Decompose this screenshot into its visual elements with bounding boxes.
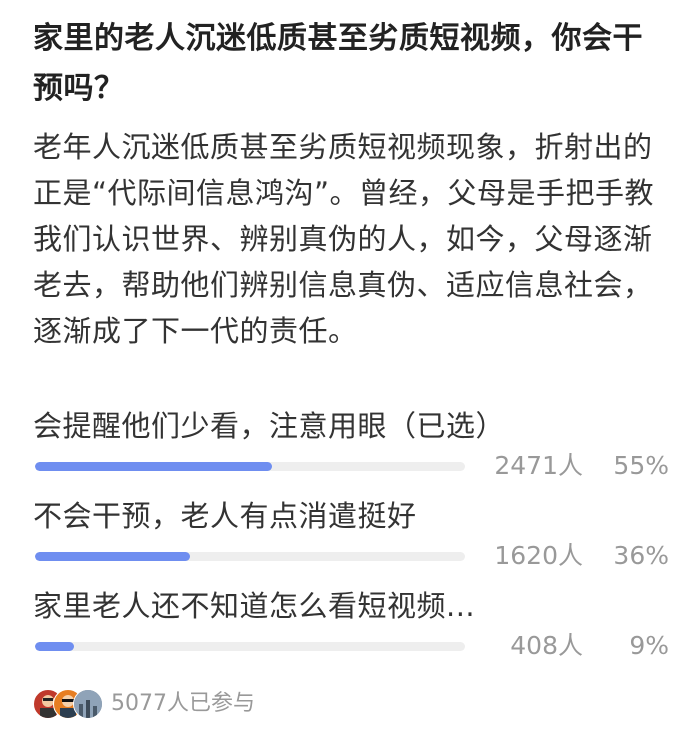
result-bar-fill: [35, 552, 190, 561]
vote-percent: 9%: [629, 631, 669, 660]
vote-count: 1620人: [494, 541, 583, 570]
option-label: 家里老人还不知道怎么看短视频...: [33, 589, 476, 623]
poll-option-1[interactable]: 会提醒他们少看，注意用眼（已选） 2471人 55%: [33, 406, 673, 486]
option-label: 会提醒他们少看，注意用眼（已选）: [33, 409, 506, 443]
participants-footer: 5077人已参与: [33, 686, 255, 722]
vote-count: 408人: [510, 631, 583, 660]
avatar: [73, 689, 103, 719]
poll-title: 家里的老人沉迷低质甚至劣质短视频，你会干预吗？: [33, 21, 643, 106]
result-bar-fill: [35, 462, 272, 471]
vote-percent: 36%: [613, 541, 669, 570]
result-bar-track: [35, 552, 465, 561]
vote-percent: 55%: [613, 451, 669, 480]
poll-option-2[interactable]: 不会干预，老人有点消遣挺好 1620人 36%: [33, 496, 673, 576]
poll-description: 老年人沉迷低质甚至劣质短视频现象，折射出的正是“代际间信息鸿沟”。曾经，父母是手…: [33, 130, 655, 348]
result-bar-track: [35, 642, 465, 651]
vote-count: 2471人: [494, 451, 583, 480]
participant-avatars: [33, 689, 103, 719]
participants-count: 5077人已参与: [111, 691, 255, 716]
poll-option-3[interactable]: 家里老人还不知道怎么看短视频... 408人 9%: [33, 586, 673, 666]
option-label: 不会干预，老人有点消遣挺好: [33, 499, 417, 533]
result-bar-track: [35, 462, 465, 471]
result-bar-fill: [35, 642, 74, 651]
